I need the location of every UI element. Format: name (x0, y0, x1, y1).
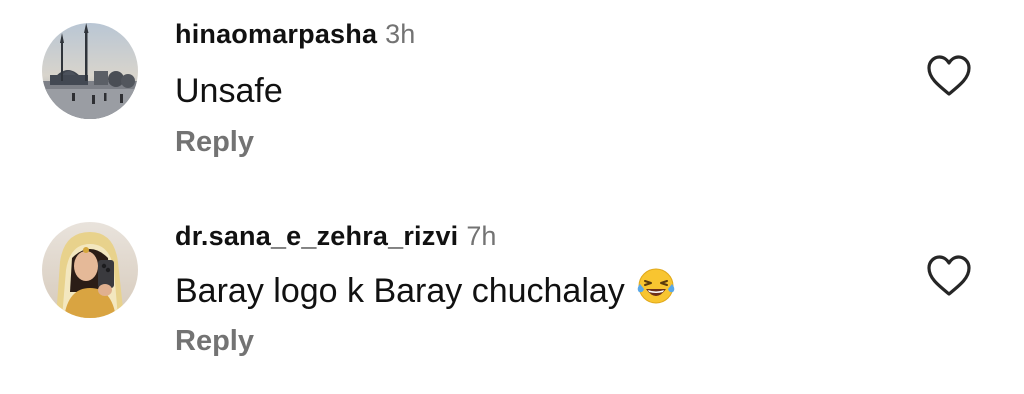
username[interactable]: dr.sana_e_zehra_rizvi (175, 221, 458, 251)
face-with-tears-of-joy-icon (635, 265, 677, 316)
comment-header: dr.sana_e_zehra_rizvi 7h (175, 216, 496, 256)
avatar[interactable] (42, 222, 138, 318)
avatar-mosque-image (42, 23, 138, 119)
timestamp: 7h (466, 221, 497, 251)
like-button[interactable] (926, 54, 972, 98)
comment-item: dr.sana_e_zehra_rizvi 7h Baray logo k Bar… (0, 201, 1024, 371)
comment-header: hinaomarpasha 3h (175, 14, 415, 54)
comment-text: Baray logo k Baray chuchalay (175, 268, 677, 313)
comment-text-content: Baray logo k Baray chuchalay (175, 272, 625, 310)
comment-text-content: Unsafe (175, 72, 283, 110)
avatar-selfie-image (42, 222, 138, 318)
reply-button[interactable]: Reply (175, 321, 254, 361)
heart-outline-icon (927, 255, 971, 296)
comment-text: Unsafe (175, 69, 283, 113)
username[interactable]: hinaomarpasha (175, 19, 377, 49)
reply-button[interactable]: Reply (175, 122, 254, 162)
heart-outline-icon (927, 55, 971, 96)
avatar[interactable] (42, 23, 138, 119)
timestamp: 3h (385, 19, 416, 49)
comment-item: hinaomarpasha 3h Unsafe Reply (0, 0, 1024, 170)
like-button[interactable] (926, 254, 972, 298)
